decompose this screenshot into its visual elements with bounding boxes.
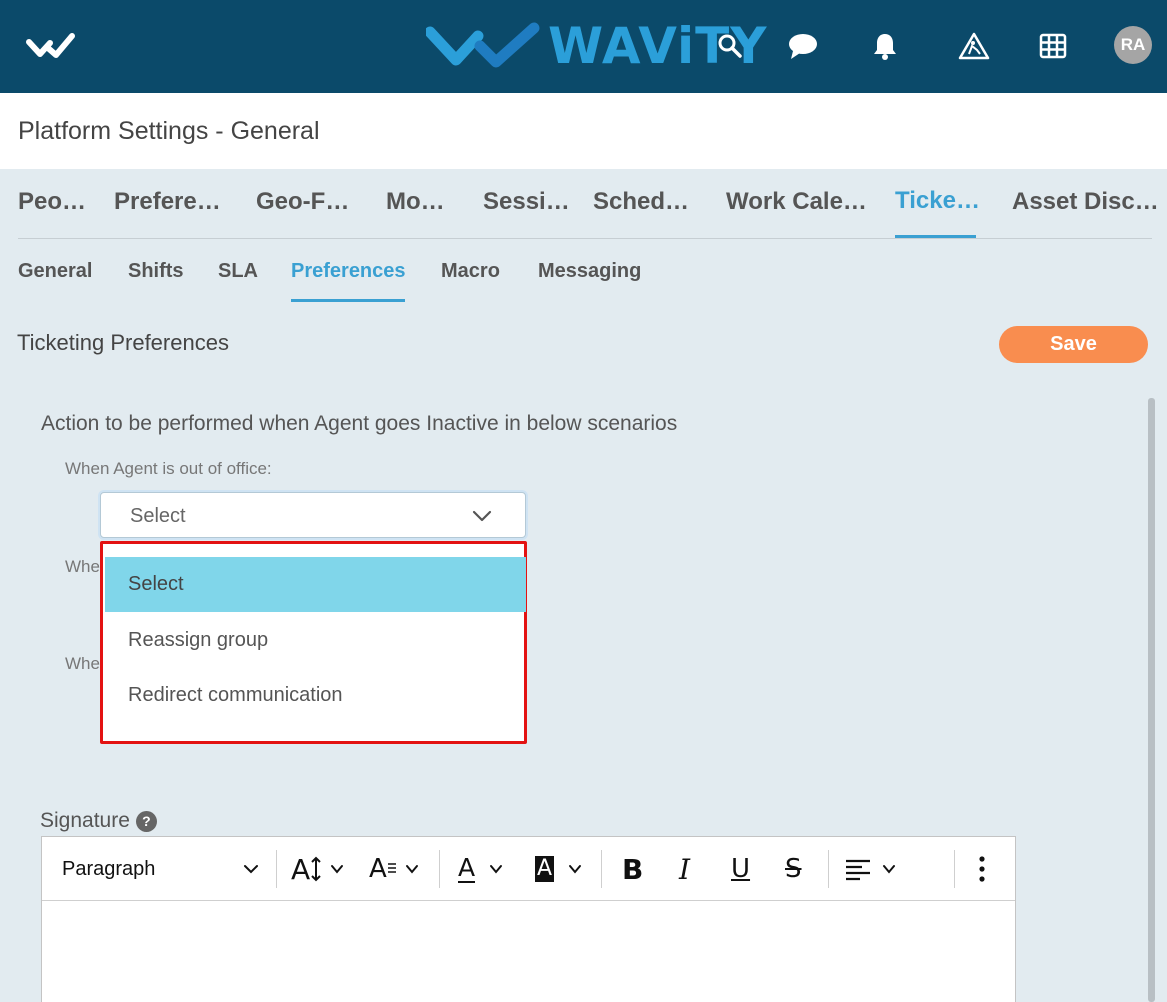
more-options-button[interactable]	[978, 837, 986, 901]
out-of-office-label: When Agent is out of office:	[65, 459, 272, 478]
toolbar-separator	[439, 850, 440, 888]
font-size-icon: A	[291, 852, 311, 886]
search-icon[interactable]	[712, 28, 748, 64]
underline-icon: U	[731, 854, 751, 884]
dropdown-option-select[interactable]: Select	[105, 557, 526, 612]
tab-mobile[interactable]: Mo…	[386, 188, 445, 216]
signature-label: Signature ?	[40, 809, 157, 833]
tab-ticketing[interactable]: Ticke…	[895, 187, 980, 215]
chevron-down-icon	[569, 865, 582, 874]
chevron-down-icon	[883, 865, 895, 874]
subtab-macro[interactable]: Macro	[441, 260, 500, 283]
align-button[interactable]	[844, 837, 896, 901]
help-icon[interactable]: ?	[135, 810, 157, 832]
tab-asset-discovery[interactable]: Asset Disc…	[1012, 188, 1159, 216]
inactive-action-heading: Action to be performed when Agent goes I…	[41, 412, 678, 435]
background-color-icon: A	[535, 856, 555, 882]
tab-preferences[interactable]: Prefere…	[114, 188, 221, 216]
toolbar-separator	[954, 850, 955, 888]
select-current-value: Select	[130, 505, 186, 527]
toolbar-separator	[601, 850, 602, 888]
chevron-down-icon	[244, 865, 259, 874]
subtab-sla[interactable]: SLA	[218, 260, 258, 283]
signature-editor: Paragraph A A A A B I U S	[41, 836, 1016, 1002]
background-color-button[interactable]: A	[535, 837, 582, 901]
font-size-button[interactable]: A	[291, 837, 344, 901]
construction-icon[interactable]	[956, 28, 992, 64]
scenario-3-label: Whe	[65, 654, 100, 673]
chevron-down-icon	[331, 865, 344, 874]
scenario-2-label: Whe	[65, 557, 100, 576]
dropdown-menu: Select Reassign group Redirect communica…	[100, 541, 527, 744]
active-tab-indicator	[895, 235, 976, 238]
page-title: Platform Settings - General	[18, 117, 320, 145]
chevron-down-icon	[472, 510, 492, 522]
tab-people[interactable]: Peo…	[18, 188, 86, 216]
tab-work-calendar[interactable]: Work Cale…	[726, 188, 867, 216]
bell-icon[interactable]	[867, 28, 903, 64]
font-family-icon: A	[369, 854, 387, 884]
grid-icon[interactable]	[1035, 28, 1071, 64]
font-family-button[interactable]: A	[369, 837, 419, 901]
subtab-preferences[interactable]: Preferences	[291, 260, 406, 283]
bold-icon: B	[622, 852, 644, 886]
chevron-down-icon	[405, 865, 418, 874]
font-color-button[interactable]: A	[458, 837, 503, 901]
signature-label-text: Signature	[40, 809, 130, 832]
align-left-icon	[846, 859, 870, 881]
strikethrough-icon: S	[785, 854, 802, 884]
chevron-down-icon	[490, 865, 503, 874]
scrollbar[interactable]	[1148, 398, 1155, 1002]
vertical-arrows-icon	[311, 856, 321, 882]
underline-button[interactable]: U	[731, 837, 750, 901]
user-avatar[interactable]: RA	[1114, 26, 1152, 64]
subtab-general[interactable]: General	[18, 260, 92, 283]
dropdown-option-redirect-communication[interactable]: Redirect communication	[105, 668, 526, 723]
toolbar-separator	[276, 850, 277, 888]
chat-icon[interactable]	[785, 28, 821, 64]
subtab-messaging[interactable]: Messaging	[538, 260, 641, 283]
save-button[interactable]: Save	[999, 326, 1148, 363]
out-of-office-select[interactable]: Select	[100, 492, 526, 538]
brand-checkmark-icon	[426, 22, 540, 68]
font-color-icon: A	[458, 853, 476, 883]
editor-toolbar: Paragraph A A A A B I U S	[42, 837, 1015, 901]
tab-geo-fencing[interactable]: Geo-F…	[256, 188, 349, 216]
signature-editor-body[interactable]	[42, 901, 1015, 1002]
italic-icon: I	[679, 852, 691, 886]
primary-tabs: Peo… Prefere… Geo-F… Mo… Sessi… Sched… W…	[18, 170, 1159, 239]
lines-icon	[387, 863, 396, 873]
title-bar: Platform Settings - General	[0, 93, 1167, 169]
tab-session[interactable]: Sessi…	[483, 188, 570, 216]
wavity-logo-icon[interactable]	[26, 30, 92, 60]
secondary-tabs: General Shifts SLA Preferences Macro Mes…	[18, 240, 718, 304]
italic-button[interactable]: I	[679, 837, 690, 901]
active-subtab-indicator	[291, 299, 405, 302]
top-navigation-bar: WAViTY RA	[0, 0, 1167, 93]
section-title: Ticketing Preferences	[17, 330, 229, 355]
tab-scheduler[interactable]: Sched…	[593, 188, 689, 216]
dropdown-option-reassign-group[interactable]: Reassign group	[105, 613, 526, 668]
subtab-shifts[interactable]: Shifts	[128, 260, 184, 283]
more-vertical-icon	[979, 856, 985, 882]
strikethrough-button[interactable]: S	[785, 837, 802, 901]
toolbar-separator	[828, 850, 829, 888]
bold-button[interactable]: B	[622, 837, 643, 901]
paragraph-format-dropdown[interactable]: Paragraph	[62, 837, 262, 901]
paragraph-format-label: Paragraph	[62, 857, 156, 880]
